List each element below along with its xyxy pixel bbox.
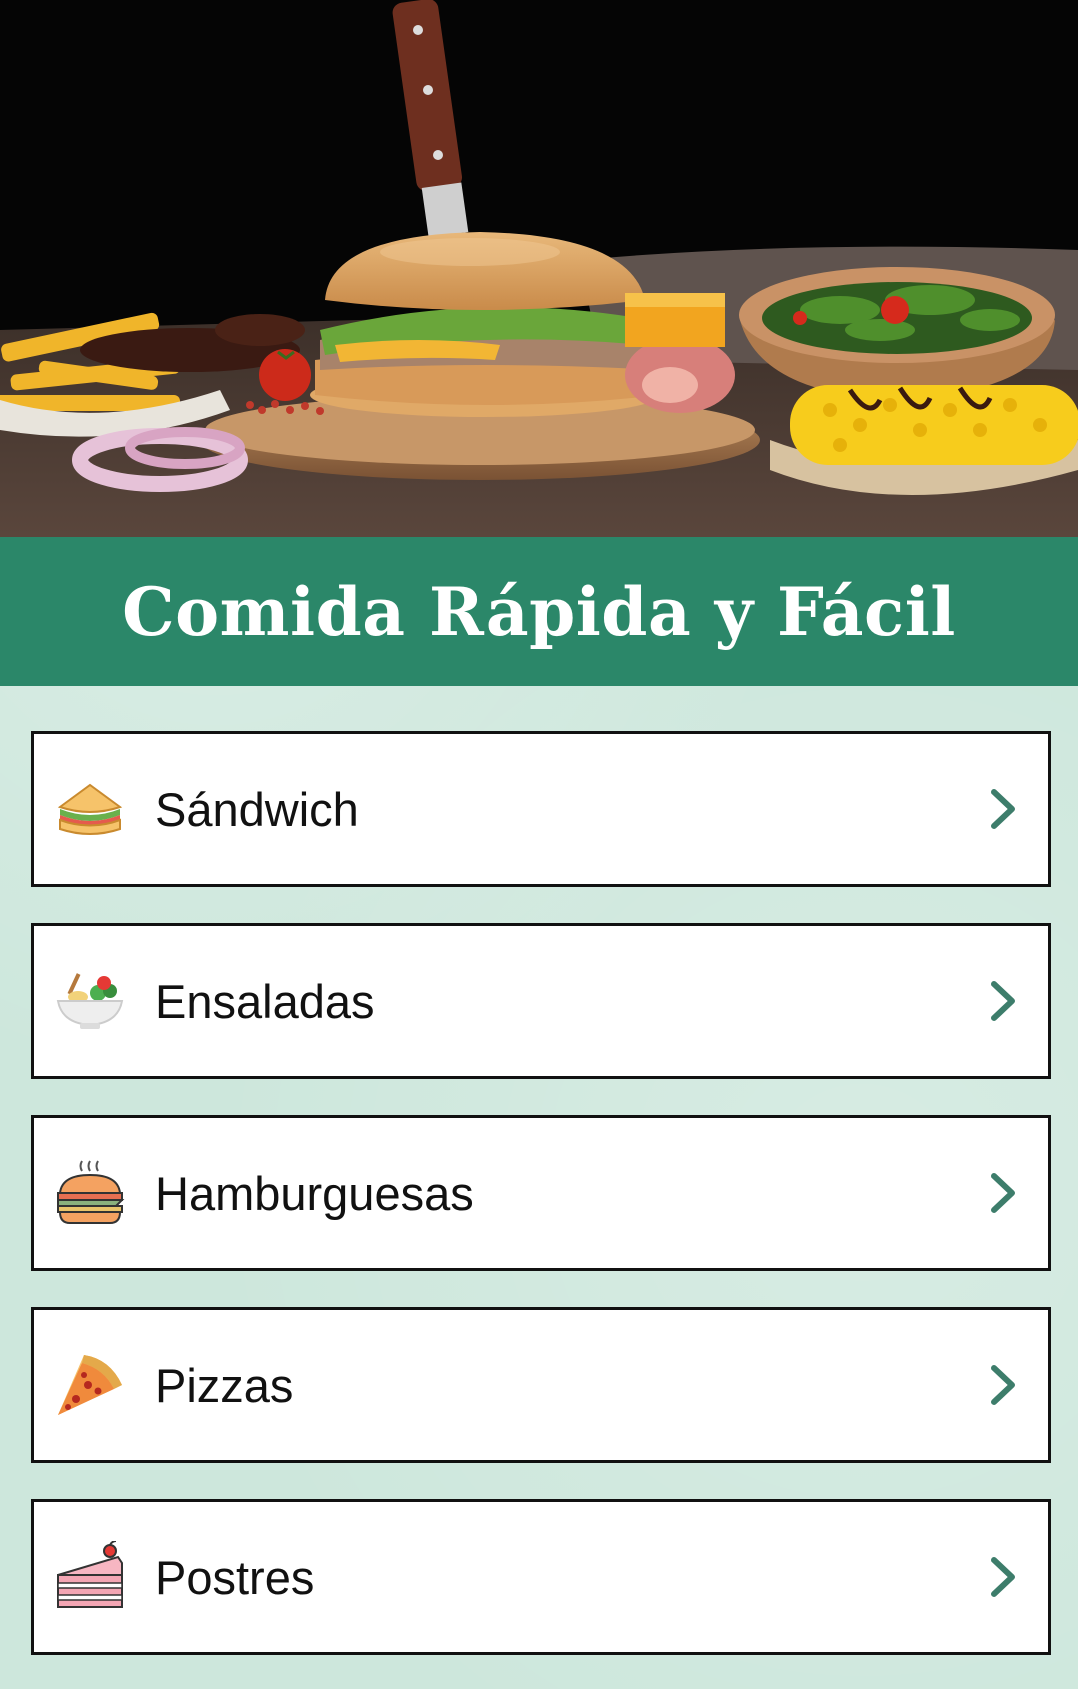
category-list: Sándwich Ensaladas Hamburguesas Pizzas P…	[31, 731, 1051, 1689]
pizza-slice-icon	[54, 1349, 126, 1421]
category-label: Pizzas	[155, 1358, 294, 1412]
category-item-hamburguesas[interactable]: Hamburguesas	[31, 1115, 1051, 1271]
page-title: Comida Rápida y Fácil	[122, 572, 956, 651]
chevron-right-icon	[988, 1556, 1018, 1598]
category-label: Ensaladas	[155, 974, 375, 1028]
title-bar: Comida Rápida y Fácil	[0, 537, 1078, 686]
sandwich-icon	[54, 773, 126, 845]
category-item-ensaladas[interactable]: Ensaladas	[31, 923, 1051, 1079]
category-label: Hamburguesas	[155, 1166, 474, 1220]
category-item-pizzas[interactable]: Pizzas	[31, 1307, 1051, 1463]
app-screen: Comida Rápida y Fácil Sándwich Ensaladas…	[0, 0, 1078, 1689]
chevron-right-icon	[988, 1172, 1018, 1214]
cake-slice-icon	[54, 1541, 126, 1613]
category-label: Sándwich	[155, 782, 359, 836]
category-item-postres[interactable]: Postres	[31, 1499, 1051, 1655]
hamburger-icon	[54, 1157, 126, 1229]
hero-image	[0, 0, 1078, 537]
chevron-right-icon	[988, 788, 1018, 830]
category-label: Postres	[155, 1550, 315, 1604]
fast-food-burger-photo	[0, 0, 1078, 537]
category-item-sandwich[interactable]: Sándwich	[31, 731, 1051, 887]
chevron-right-icon	[988, 980, 1018, 1022]
salad-bowl-icon	[54, 965, 126, 1037]
chevron-right-icon	[988, 1364, 1018, 1406]
